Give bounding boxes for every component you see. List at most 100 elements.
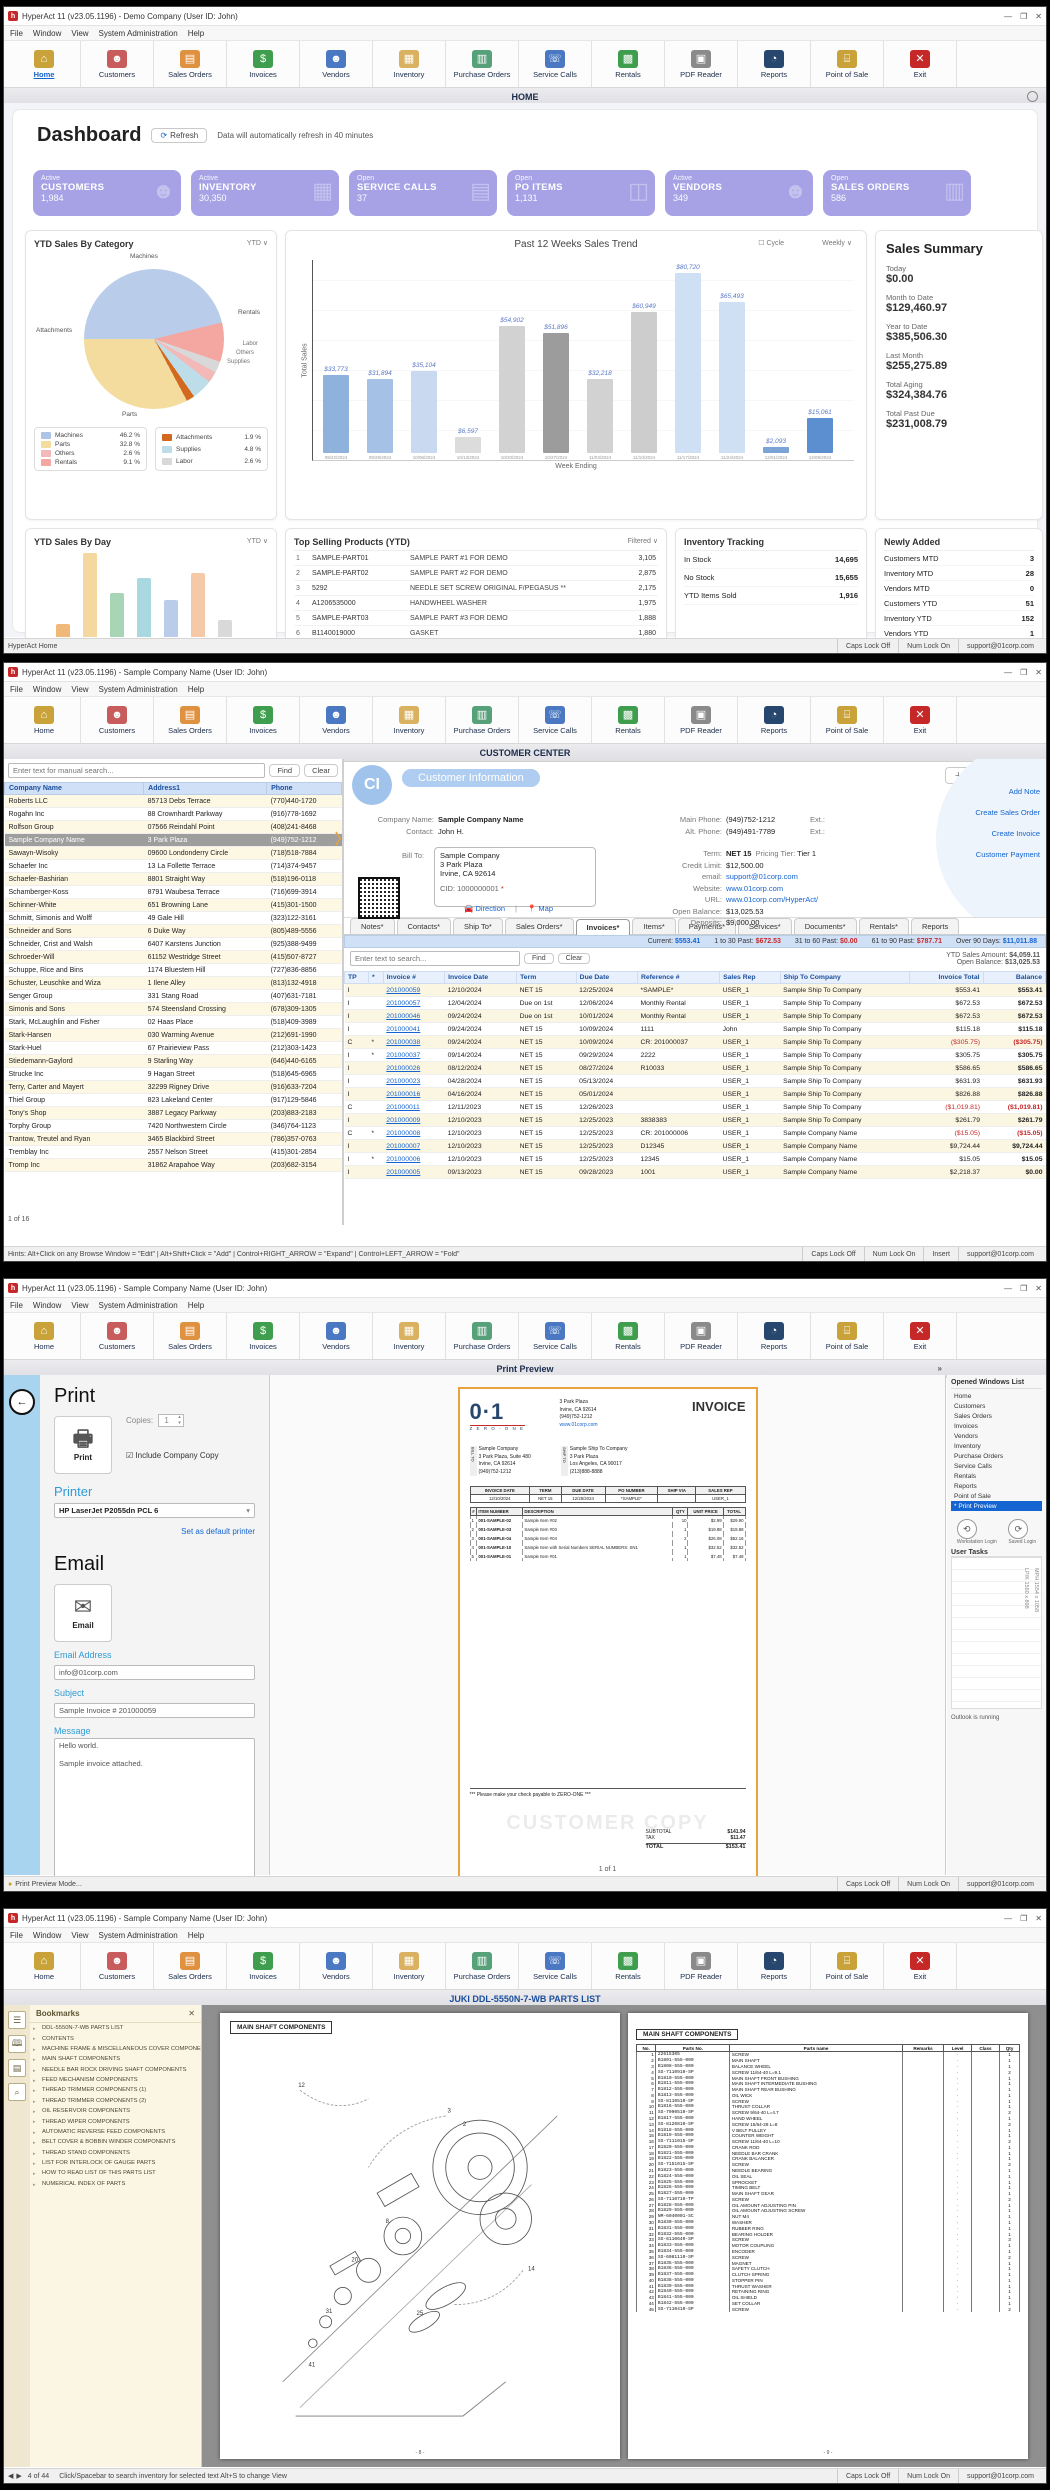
close-button[interactable]: ✕ <box>1035 668 1042 677</box>
opened-window-item[interactable]: Service Calls <box>951 1461 1042 1471</box>
col-invoice-total[interactable]: Invoice Total <box>909 972 983 984</box>
col-ship-to[interactable]: Ship To Company <box>780 972 909 984</box>
col-invoice-date[interactable]: Invoice Date <box>445 972 517 984</box>
menu-item[interactable]: System Administration <box>99 29 178 38</box>
close-button[interactable]: ✕ <box>1035 1914 1042 1923</box>
customer-row[interactable]: Schneider and Sons 6 Duke Way (805)489-5… <box>5 925 342 938</box>
invoice-row[interactable]: I 201000023 04/28/2024 NET 15 05/13/2024… <box>345 1075 1046 1088</box>
invoice-number-link[interactable]: 201000046 <box>386 1013 420 1020</box>
toolbar-item[interactable]: ▩ Rentals <box>592 1313 665 1359</box>
set-default-printer-link[interactable]: Set as default printer <box>181 1527 255 1536</box>
print-button[interactable]: 🖶Print <box>54 1416 112 1474</box>
invoice-row[interactable]: I 201000059 12/10/2024 NET 15 12/25/2024… <box>345 984 1046 997</box>
workstation-login-button[interactable]: ⟲ <box>957 1519 977 1539</box>
kpi-tile[interactable]: Open SERVICE CALLS 37 ▤ <box>349 170 497 216</box>
toolbar-item[interactable]: ▤ Sales Orders <box>154 697 227 743</box>
maximize-button[interactable]: ❐ <box>1020 1284 1027 1293</box>
customer-row[interactable]: Schamberger-Koss 8791 Waubesa Terrace (7… <box>5 886 342 899</box>
bookmark-item[interactable]: NUMERICAL INDEX OF PARTS <box>30 2179 201 2189</box>
toolbar-item[interactable]: ✕ Exit <box>884 697 957 743</box>
toolbar-item[interactable]: ▦ Inventory <box>373 697 446 743</box>
toolbar-item[interactable]: ⌸ Point of Sale <box>811 697 884 743</box>
customer-row[interactable]: Rolfson Group 07566 Reindahl Point (408)… <box>5 821 342 834</box>
copies-stepper[interactable]: 1▴▾ <box>158 1414 183 1427</box>
invoice-number-link[interactable]: 201000016 <box>386 1091 420 1098</box>
col-company-name[interactable]: Company Name <box>5 783 144 795</box>
day-range-dropdown[interactable]: YTD ∨ <box>247 537 268 547</box>
customer-row[interactable]: Stark-Hansen 030 Warming Avenue (212)691… <box>5 1029 342 1042</box>
trend-bar-group[interactable]: $54,902 10/20/2024 <box>495 264 529 460</box>
col-reference[interactable]: Reference # <box>637 972 719 984</box>
opened-window-item[interactable]: Reports <box>951 1481 1042 1491</box>
url-link[interactable]: www.01corp.com/HyperAct/ <box>726 895 836 904</box>
toolbar-item[interactable]: ☻ Vendors <box>300 41 373 87</box>
invoice-number-link[interactable]: 201000006 <box>386 1156 420 1163</box>
col-tp[interactable]: TP <box>345 972 369 984</box>
toolbar-item[interactable]: ▣ PDF Reader <box>665 41 738 87</box>
website-link[interactable]: www.01corp.com <box>726 884 836 893</box>
opened-window-item[interactable]: Vendors <box>951 1431 1042 1441</box>
invoice-row[interactable]: I 201000041 09/24/2024 NET 15 10/09/2024… <box>345 1023 1046 1036</box>
toolbar-item[interactable]: ▩ Rentals <box>592 1943 665 1989</box>
prev-page-button[interactable]: ◀ <box>8 2472 13 2480</box>
bookmark-item[interactable]: THREAD TRIMMER COMPONENTS (1) <box>30 2085 201 2095</box>
invoice-number-link[interactable]: 201000009 <box>386 1117 420 1124</box>
maximize-button[interactable]: ❐ <box>1020 1914 1027 1923</box>
menu-tool-icon[interactable]: ☰ <box>8 2011 26 2029</box>
toolbar-item[interactable]: ⌂ Home <box>8 1313 81 1359</box>
top-products-filter-dropdown[interactable]: Filtered ∨ <box>628 537 658 547</box>
clear-button[interactable]: Clear <box>558 953 591 964</box>
toolbar-item[interactable]: ▩ Rentals <box>592 41 665 87</box>
day-bar-group[interactable]: Sun <box>54 553 72 645</box>
day-bar-group[interactable]: Tue <box>108 553 126 645</box>
trend-bar-group[interactable]: $31,894 09/29/2024 <box>363 264 397 460</box>
close-bookmarks-icon[interactable]: ✕ <box>188 2009 195 2018</box>
menu-item[interactable]: View <box>71 1931 88 1940</box>
customer-row[interactable]: Schroeder-Will 61152 Westridge Street (4… <box>5 951 342 964</box>
col-due-date[interactable]: Due Date <box>576 972 637 984</box>
toolbar-item[interactable]: ▤ Sales Orders <box>154 41 227 87</box>
minimize-button[interactable]: — <box>1004 1284 1012 1293</box>
customer-row[interactable]: Senger Group 331 Stang Road (407)631-718… <box>5 990 342 1003</box>
toolbar-item[interactable]: ☻ Customers <box>81 1313 154 1359</box>
bookmark-item[interactable]: AUTOMATIC REVERSE FEED COMPONENTS <box>30 2127 201 2137</box>
printer-select[interactable]: HP LaserJet P2055dn PCL 6▾ <box>54 1503 255 1518</box>
trend-bar-group[interactable]: $35,104 10/06/2024 <box>407 264 441 460</box>
trend-bar-group[interactable]: $32,218 11/03/2024 <box>583 264 617 460</box>
trend-bar-group[interactable]: $15,061 12/08/2024 <box>803 264 837 460</box>
map-link[interactable]: 📍 Map <box>527 904 553 913</box>
toolbar-item[interactable]: ⌸ Point of Sale <box>811 41 884 87</box>
detail-tab[interactable]: Rentals* <box>859 918 909 934</box>
toolbar-item[interactable]: ☏ Service Calls <box>519 1943 592 1989</box>
quick-action-link[interactable]: Create Invoice <box>975 829 1040 838</box>
toolbar-item[interactable]: ☻ Vendors <box>300 1943 373 1989</box>
toolbar-item[interactable]: ◔ Reports <box>738 41 811 87</box>
invoice-row[interactable]: C * 201000008 12/10/2023 NET 15 12/25/20… <box>345 1127 1046 1140</box>
direction-link[interactable]: 🚘 Direction <box>464 904 505 913</box>
customer-row[interactable]: Trantow, Treutel and Ryan 3465 Blackbird… <box>5 1133 342 1146</box>
customer-row[interactable]: Roberts LLC 85713 Debs Terrace (770)440-… <box>5 795 342 808</box>
toolbar-item[interactable]: ☻ Vendors <box>300 697 373 743</box>
menu-item[interactable]: System Administration <box>99 685 178 694</box>
toolbar-item[interactable]: ▦ Inventory <box>373 41 446 87</box>
customer-row[interactable]: Rogahn Inc 88 Crownhardt Parkway (916)77… <box>5 808 342 821</box>
detail-tab[interactable]: Ship To* <box>453 918 503 934</box>
top-product-row[interactable]: 4 A1206535000 HANDWHEEL WASHER 1,975 <box>294 596 658 611</box>
invoice-row[interactable]: I 201000046 09/24/2024 Due on 1st 10/01/… <box>345 1010 1046 1023</box>
invoice-number-link[interactable]: 201000007 <box>386 1143 420 1150</box>
quick-action-link[interactable]: Create Sales Order <box>975 808 1040 817</box>
col-star[interactable]: * <box>369 972 384 984</box>
menu-item[interactable]: File <box>10 1931 23 1940</box>
trend-bar-group[interactable]: $6,597 10/13/2024 <box>451 264 485 460</box>
category-range-dropdown[interactable]: YTD ∨ <box>247 239 268 249</box>
pdf-page-diagram[interactable]: MAIN SHAFT COMPONENTS <box>220 2013 620 2459</box>
invoice-number-link[interactable]: 201000005 <box>386 1169 420 1176</box>
opened-window-item[interactable]: Rentals <box>951 1471 1042 1481</box>
col-invoice-number[interactable]: Invoice # <box>383 972 444 984</box>
invoice-number-link[interactable]: 201000023 <box>386 1078 420 1085</box>
invoice-row[interactable]: I 201000007 12/10/2023 NET 15 12/25/2023… <box>345 1140 1046 1153</box>
opened-window-item[interactable]: Purchase Orders <box>951 1451 1042 1461</box>
detail-tab[interactable]: Contacts* <box>397 918 452 934</box>
menu-item[interactable]: File <box>10 29 23 38</box>
quick-action-link[interactable]: Customer Payment <box>975 850 1040 859</box>
